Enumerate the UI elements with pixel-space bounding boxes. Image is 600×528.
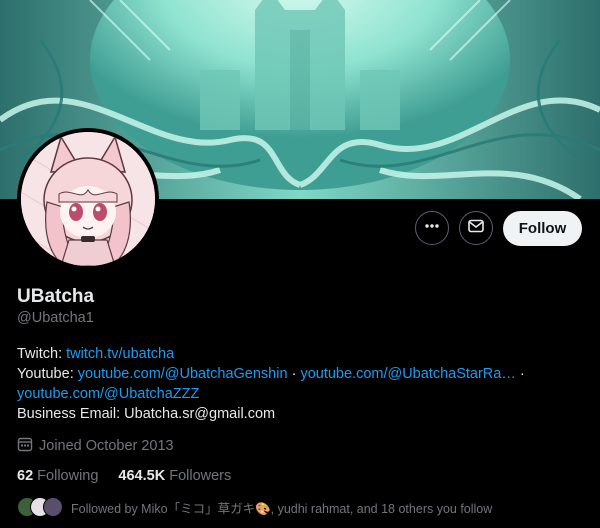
- following-label: Following: [37, 468, 99, 484]
- calendar-icon: [17, 436, 33, 456]
- more-dots-icon: [424, 218, 440, 239]
- twitch-label: Twitch:: [17, 346, 67, 362]
- message-button[interactable]: [459, 211, 493, 245]
- bio-youtube-line-2: youtube.com/@UbatchaZZZ: [17, 384, 587, 404]
- more-button[interactable]: [415, 211, 449, 245]
- separator: ·: [287, 366, 301, 382]
- follower-avatar: [43, 497, 63, 517]
- followers-link[interactable]: 464.5K Followers: [118, 468, 231, 484]
- followers-count: 464.5K: [118, 468, 166, 484]
- bio-youtube-line: Youtube: youtube.com/@UbatchaGenshin · y…: [17, 364, 587, 384]
- followers-label: Followers: [169, 468, 232, 484]
- avatar[interactable]: [17, 128, 159, 270]
- youtube-link-zzz[interactable]: youtube.com/@UbatchaZZZ: [17, 386, 199, 402]
- youtube-link-starrail[interactable]: youtube.com/@UbatchaStarRa…: [300, 366, 515, 382]
- profile-name: UBatcha: [17, 286, 95, 307]
- joined-text: Joined October 2013: [39, 438, 174, 454]
- profile-bio: Twitch: twitch.tv/ubatcha Youtube: youtu…: [17, 344, 587, 424]
- followed-by-text: Followed by Miko「ミコ」草ガキ🎨, yudhi rahmat, …: [71, 501, 493, 516]
- follower-avatars: [17, 497, 63, 517]
- bio-email-line: Business Email: Ubatcha.sr@gmail.com: [17, 406, 276, 422]
- joined-date: Joined October 2013: [17, 436, 174, 456]
- following-link[interactable]: 62 Following: [17, 468, 98, 484]
- profile-handle: @Ubatcha1: [17, 310, 94, 326]
- follow-button[interactable]: Follow: [503, 211, 582, 246]
- youtube-label: Youtube:: [17, 366, 78, 382]
- bio-twitch-line: Twitch: twitch.tv/ubatcha: [17, 344, 587, 364]
- avatar-image: [21, 132, 155, 266]
- youtube-link-genshin[interactable]: youtube.com/@UbatchaGenshin: [78, 366, 288, 382]
- followed-by[interactable]: Followed by Miko「ミコ」草ガキ🎨, yudhi rahmat, …: [17, 497, 492, 517]
- follow-stats: 62 Following 464.5K Followers: [17, 468, 231, 484]
- separator: ·: [515, 366, 525, 382]
- following-count: 62: [17, 468, 34, 484]
- twitch-link[interactable]: twitch.tv/ubatcha: [66, 346, 174, 362]
- envelope-icon: [467, 217, 485, 240]
